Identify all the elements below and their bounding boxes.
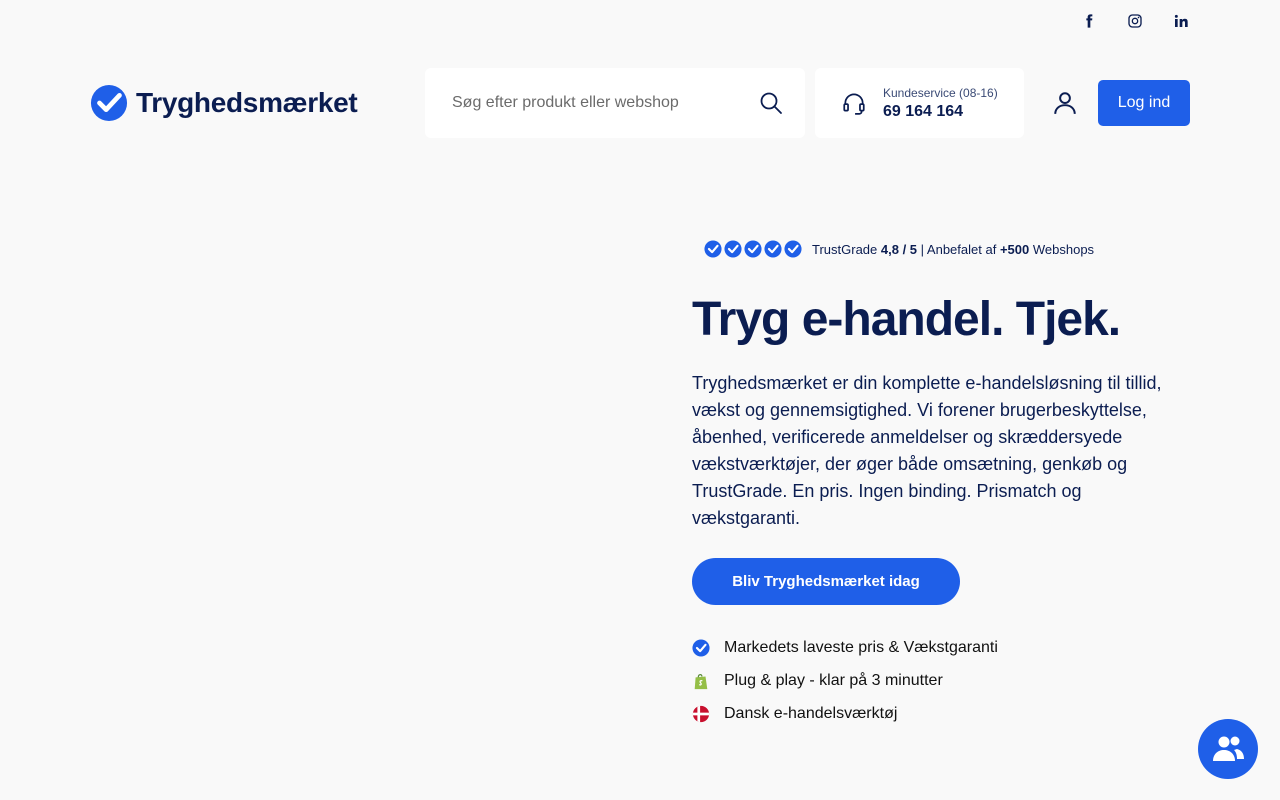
list-item: Plug & play - klar på 3 minutter <box>692 664 1192 697</box>
search-input[interactable] <box>452 94 759 112</box>
hero-section: TrustGrade 4,8 / 5 | Anbefalet af +500 W… <box>692 240 1192 730</box>
rating-mid: | Anbefalet af <box>920 241 997 257</box>
feature-text: Dansk e-handelsværktøj <box>724 704 898 722</box>
trustgrade-rating: TrustGrade 4,8 / 5 | Anbefalet af +500 W… <box>704 240 1192 258</box>
check-badge-icon <box>784 240 802 258</box>
hero-description: Tryghedsmærket er din komplette e-handel… <box>692 373 1162 528</box>
check-badge-icon <box>724 240 742 258</box>
feature-text: Markedets laveste pris & Vækstgaranti <box>724 638 998 656</box>
chat-people-icon <box>1213 736 1244 761</box>
feature-list: Markedets laveste pris & Vækstgaranti Pl… <box>692 631 1192 730</box>
hero-title: Tryg e-handel. Tjek. <box>692 293 1121 346</box>
logo[interactable]: Tryghedsmærket <box>90 84 358 122</box>
chat-button[interactable] <box>1198 719 1258 779</box>
logo-check-icon <box>90 84 128 122</box>
customer-service[interactable]: Kundeservice (08-16) 69 164 164 <box>815 68 1024 138</box>
list-item: Dansk e-handelsværktøj <box>692 697 1192 730</box>
rating-checks <box>704 240 802 258</box>
site-header: Tryghedsmærket Kundeservice (08-16) 69 1… <box>90 68 1190 138</box>
linkedin-icon <box>1174 14 1188 27</box>
rating-suffix: Webshops <box>1032 241 1095 257</box>
support-phone[interactable]: 69 164 164 <box>883 103 998 121</box>
user-icon[interactable] <box>1052 90 1078 116</box>
rating-score: 4,8 / 5 <box>880 241 918 257</box>
search-icon[interactable] <box>759 91 783 115</box>
check-badge-icon <box>692 638 710 657</box>
login-button[interactable]: Log ind <box>1098 80 1190 126</box>
instagram-icon <box>1128 14 1142 28</box>
check-badge-icon <box>704 240 722 258</box>
support-text: Kundeservice (08-16) 69 164 164 <box>883 86 998 121</box>
search-box <box>425 68 805 138</box>
shopify-icon <box>694 673 708 689</box>
facebook-link[interactable] <box>1080 10 1098 32</box>
check-badge-icon <box>764 240 782 258</box>
instagram-link[interactable] <box>1126 10 1144 32</box>
signup-cta-button[interactable]: Bliv Tryghedsmærket idag <box>692 558 960 605</box>
social-links <box>1080 10 1190 32</box>
facebook-icon <box>1086 14 1093 28</box>
linkedin-link[interactable] <box>1172 10 1190 32</box>
feature-text: Plug & play - klar på 3 minutter <box>724 671 943 689</box>
list-item: Markedets laveste pris & Vækstgaranti <box>692 631 1192 664</box>
danish-flag-icon <box>692 705 710 722</box>
rating-prefix: TrustGrade <box>812 241 878 257</box>
support-label: Kundeservice (08-16) <box>883 85 998 100</box>
logo-text: Tryghedsmærket <box>136 87 358 118</box>
rating-count: +500 <box>999 241 1030 257</box>
headset-icon <box>843 93 865 115</box>
check-badge-icon <box>744 240 762 258</box>
